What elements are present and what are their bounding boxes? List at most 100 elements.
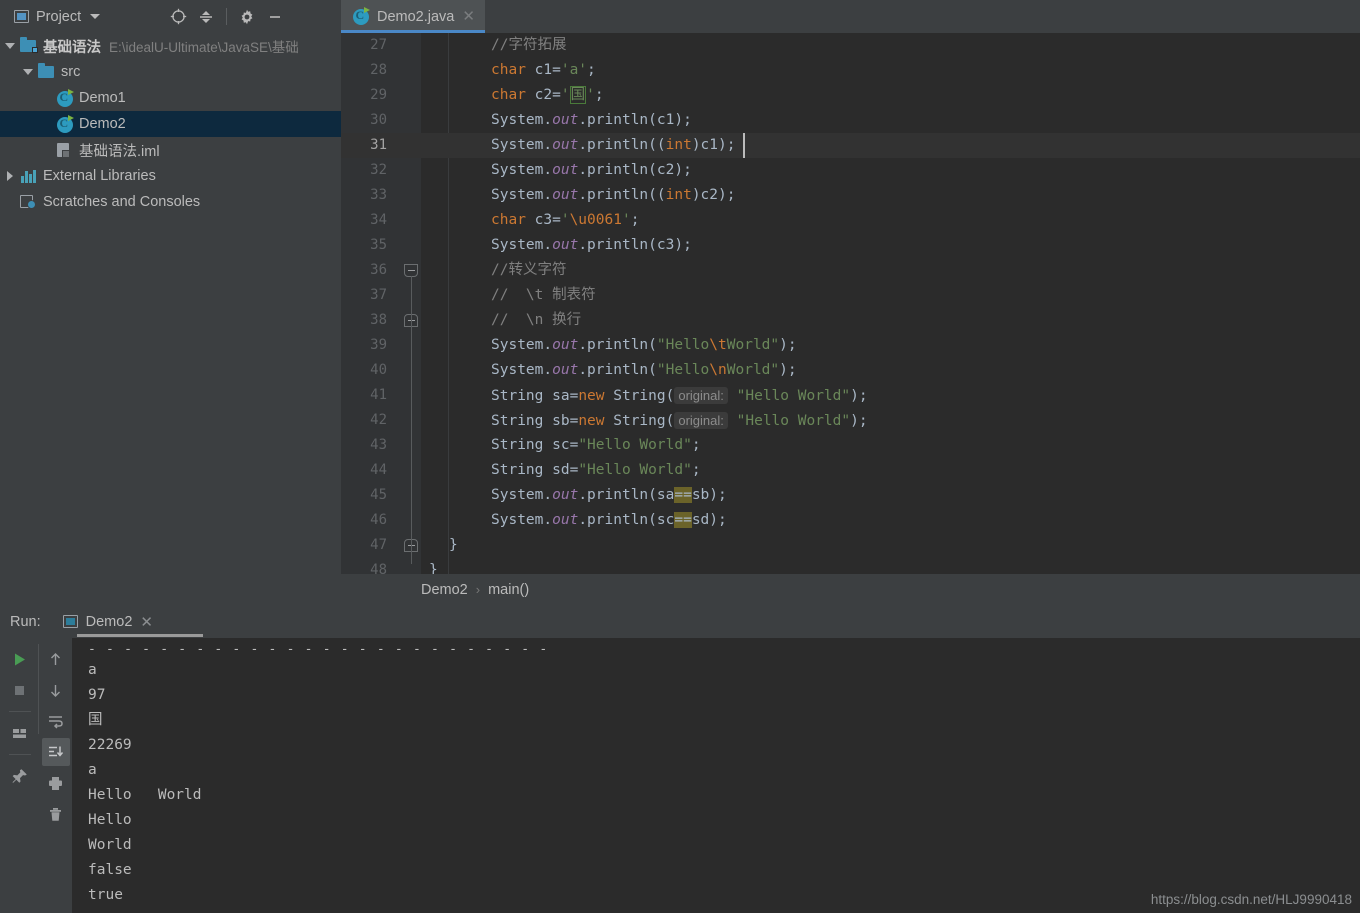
- code-text: String sd="Hello World";: [491, 462, 701, 478]
- line-number: 39: [370, 337, 387, 353]
- trash-icon[interactable]: [42, 800, 70, 828]
- tree-item-scratch[interactable]: Scratches and Consoles: [0, 189, 341, 215]
- tree-item-iml[interactable]: 基础语法.iml: [0, 137, 341, 163]
- project-label: Project: [36, 8, 82, 25]
- down-arrow-icon[interactable]: [42, 676, 70, 704]
- line-number: 28: [370, 62, 387, 78]
- code-line[interactable]: 36 //转义字符: [341, 258, 1360, 283]
- console-line: false: [88, 862, 132, 878]
- code-line[interactable]: 37 // \t 制表符: [341, 283, 1360, 308]
- code-line[interactable]: 43 String sc="Hello World";: [341, 433, 1360, 458]
- code-text: System.out.println(sc==sd);: [491, 512, 727, 528]
- locate-icon[interactable]: [164, 3, 192, 31]
- close-icon[interactable]: ✕: [140, 613, 153, 631]
- stop-icon[interactable]: [6, 676, 34, 704]
- tree-item-label: Scratches and Consoles: [43, 194, 201, 210]
- code-text: System.out.println((int)c2);: [491, 187, 736, 203]
- chevron-down-icon[interactable]: [0, 43, 20, 49]
- run-right-toolbar: [39, 638, 72, 913]
- code-line[interactable]: 46 System.out.println(sc==sd);: [341, 508, 1360, 533]
- soft-wrap-icon[interactable]: [42, 707, 70, 735]
- pin-icon[interactable]: [6, 762, 34, 790]
- code-text: System.out.println("Hello\nWorld");: [491, 362, 797, 378]
- external-libraries-icon: [20, 168, 38, 184]
- chevron-down-icon[interactable]: [18, 69, 38, 75]
- code-line[interactable]: 38 // \n 换行: [341, 308, 1360, 333]
- code-text: System.out.println(c3);: [491, 237, 692, 253]
- line-number: 44: [370, 462, 387, 478]
- code-line[interactable]: 40 System.out.println("Hello\nWorld");: [341, 358, 1360, 383]
- line-number: 31: [370, 137, 387, 153]
- line-number: 48: [370, 562, 387, 574]
- iml-file-icon: [56, 142, 74, 158]
- code-text: System.out.println("Hello\tWorld");: [491, 337, 797, 353]
- tree-item-library[interactable]: External Libraries: [0, 163, 341, 189]
- rerun-icon[interactable]: [6, 645, 34, 673]
- code-text: String sc="Hello World";: [491, 437, 701, 453]
- line-number: 32: [370, 162, 387, 178]
- run-tab-label: Demo2: [85, 613, 133, 630]
- code-text: char c1='a';: [491, 62, 596, 78]
- collapse-all-icon[interactable]: [192, 3, 220, 31]
- tab-label: Demo2.java: [377, 8, 455, 25]
- code-line[interactable]: 44 String sd="Hello World";: [341, 458, 1360, 483]
- code-line[interactable]: 48}: [341, 558, 1360, 574]
- tab-demo2-java[interactable]: Demo2.java ✕: [341, 0, 485, 33]
- run-label: Run:: [10, 613, 41, 630]
- console-line: a: [88, 662, 97, 678]
- minimize-icon[interactable]: [261, 3, 289, 31]
- code-text: //转义字符: [491, 262, 567, 278]
- code-text: String sb=new String(original: "Hello Wo…: [491, 412, 868, 429]
- breadcrumb-item-class[interactable]: Demo2: [421, 582, 468, 598]
- code-line[interactable]: 33 System.out.println((int)c2);: [341, 183, 1360, 208]
- tree-item-module[interactable]: 基础语法 E:\idealU-Ultimate\JavaSE\基础: [0, 33, 341, 59]
- code-line[interactable]: 31 System.out.println((int)c1);: [341, 133, 1360, 158]
- code-line[interactable]: 27 //字符拓展: [341, 33, 1360, 58]
- folder-icon: [38, 63, 56, 80]
- code-line[interactable]: 30 System.out.println(c1);: [341, 108, 1360, 133]
- code-line[interactable]: 35 System.out.println(c3);: [341, 233, 1360, 258]
- tree-item-label: src: [61, 64, 81, 80]
- console-output[interactable]: - - - - - - - - - - - - - - - - - - - - …: [72, 638, 1360, 913]
- scratches-icon: [20, 194, 38, 210]
- tree-item-class[interactable]: Demo1: [0, 85, 341, 111]
- close-icon[interactable]: ✕: [462, 9, 475, 24]
- code-line[interactable]: 47}: [341, 533, 1360, 558]
- line-number: 47: [370, 537, 387, 553]
- breadcrumb: Demo2 › main(): [341, 574, 1360, 605]
- editor-tab-strip: Demo2.java ✕: [341, 0, 1360, 33]
- code-line[interactable]: 28 char c1='a';: [341, 58, 1360, 83]
- tree-item-folder[interactable]: src: [0, 59, 341, 85]
- code-text: System.out.println(sa==sb);: [491, 487, 727, 503]
- scroll-to-end-icon[interactable]: [41, 738, 70, 766]
- chevron-right-icon[interactable]: [0, 171, 20, 181]
- code-text: String sa=new String(original: "Hello Wo…: [491, 387, 868, 404]
- project-tree-panel[interactable]: 基础语法 E:\idealU-Ultimate\JavaSE\基础 src Demo1…: [0, 33, 341, 585]
- code-line[interactable]: 42 String sb=new String(original: "Hello …: [341, 408, 1360, 433]
- code-line[interactable]: 39 System.out.println("Hello\tWorld");: [341, 333, 1360, 358]
- line-number: 40: [370, 362, 387, 378]
- line-number: 43: [370, 437, 387, 453]
- console-line: 国: [88, 712, 103, 728]
- code-text: }: [449, 537, 458, 553]
- chevron-down-icon[interactable]: [90, 14, 101, 19]
- run-tool-window: - - - - - - - - - - - - - - - - - - - - …: [0, 638, 1360, 913]
- layout-icon[interactable]: [6, 719, 34, 747]
- run-left-toolbar: [0, 638, 39, 913]
- breadcrumb-item-method[interactable]: main(): [488, 582, 529, 598]
- code-line[interactable]: 29 char c2='国';: [341, 83, 1360, 108]
- up-arrow-icon[interactable]: [42, 645, 70, 673]
- code-line[interactable]: 32 System.out.println(c2);: [341, 158, 1360, 183]
- console-line: Hello World: [88, 787, 202, 803]
- code-line[interactable]: 45 System.out.println(sa==sb);: [341, 483, 1360, 508]
- line-number: 37: [370, 287, 387, 303]
- code-editor[interactable]: 27 //字符拓展 28 char c1='a'; 29 char c2='国'; 30 Sy…: [341, 33, 1360, 574]
- code-line[interactable]: 34 char c3='\u0061';: [341, 208, 1360, 233]
- tree-item-class[interactable]: Demo2: [0, 111, 341, 137]
- project-view-button[interactable]: Project: [0, 0, 108, 33]
- print-icon[interactable]: [42, 769, 70, 797]
- settings-gear-icon[interactable]: [233, 3, 261, 31]
- run-tab-demo2[interactable]: Demo2 ✕: [62, 605, 204, 638]
- code-line[interactable]: 41 String sa=new String(original: "Hello …: [341, 383, 1360, 408]
- line-number: 30: [370, 112, 387, 128]
